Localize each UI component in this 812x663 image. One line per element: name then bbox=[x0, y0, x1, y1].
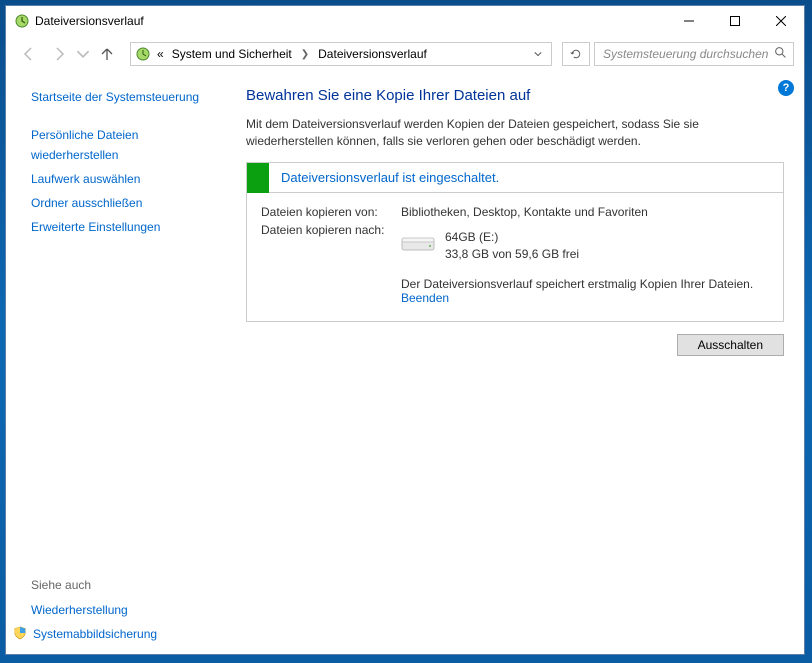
back-button[interactable] bbox=[16, 41, 42, 67]
stop-link[interactable]: Beenden bbox=[401, 291, 449, 305]
titlebar: Dateiversionsverlauf bbox=[6, 6, 804, 36]
copy-from-label: Dateien kopieren von: bbox=[261, 205, 401, 219]
status-indicator-icon bbox=[247, 163, 269, 193]
breadcrumb-parent[interactable]: System und Sicherheit bbox=[170, 47, 294, 61]
drive-row: 64GB (E:) 33,8 GB von 59,6 GB frei bbox=[401, 229, 769, 263]
sidebar-home[interactable]: Startseite der Systemsteuerung bbox=[31, 87, 226, 107]
sidebar-system-image[interactable]: Systemabbildsicherung bbox=[33, 624, 157, 644]
status-box: Dateiversionsverlauf ist eingeschaltet. … bbox=[246, 162, 784, 322]
drive-icon bbox=[401, 231, 435, 256]
page-description: Mit dem Dateiversionsverlauf werden Kopi… bbox=[246, 116, 784, 150]
progress-note: Der Dateiversionsverlauf speichert erstm… bbox=[401, 277, 769, 305]
copy-from-value: Bibliotheken, Desktop, Kontakte und Favo… bbox=[401, 205, 769, 219]
sidebar: Startseite der Systemsteuerung Persönlic… bbox=[6, 72, 226, 654]
status-header: Dateiversionsverlauf ist eingeschaltet. bbox=[247, 163, 783, 193]
help-icon[interactable]: ? bbox=[778, 80, 794, 96]
body: Startseite der Systemsteuerung Persönlic… bbox=[6, 72, 804, 654]
breadcrumb-current[interactable]: Dateiversionsverlauf bbox=[316, 47, 429, 61]
recent-dropdown[interactable] bbox=[76, 41, 90, 67]
navbar: « System und Sicherheit ❯ Dateiversionsv… bbox=[6, 36, 804, 72]
breadcrumb-prefix[interactable]: « bbox=[155, 47, 166, 61]
forward-button[interactable] bbox=[46, 41, 72, 67]
turn-off-button[interactable]: Ausschalten bbox=[677, 334, 784, 356]
chevron-right-icon[interactable]: ❯ bbox=[298, 49, 312, 60]
window-title: Dateiversionsverlauf bbox=[35, 14, 666, 28]
minimize-button[interactable] bbox=[666, 6, 712, 36]
progress-text: Der Dateiversionsverlauf speichert erstm… bbox=[401, 277, 753, 291]
sidebar-restore-personal[interactable]: Persönliche Dateien wiederherstellen bbox=[31, 125, 171, 165]
search-box[interactable] bbox=[594, 42, 794, 66]
sidebar-recovery[interactable]: Wiederherstellung bbox=[31, 600, 226, 620]
address-bar[interactable]: « System und Sicherheit ❯ Dateiversionsv… bbox=[130, 42, 552, 66]
control-panel-icon bbox=[135, 46, 151, 62]
maximize-button[interactable] bbox=[712, 6, 758, 36]
status-title: Dateiversionsverlauf ist eingeschaltet. bbox=[269, 170, 499, 185]
address-dropdown[interactable] bbox=[529, 45, 547, 63]
search-input[interactable] bbox=[601, 46, 774, 62]
sidebar-advanced-settings[interactable]: Erweiterte Einstellungen bbox=[31, 217, 226, 237]
up-button[interactable] bbox=[94, 41, 120, 67]
see-also-label: Siehe auch bbox=[31, 578, 226, 592]
copy-to-label: Dateien kopieren nach: bbox=[261, 223, 401, 263]
drive-free: 33,8 GB von 59,6 GB frei bbox=[445, 246, 579, 263]
window: Dateiversionsverlauf bbox=[5, 5, 805, 655]
sidebar-exclude-folders[interactable]: Ordner ausschließen bbox=[31, 193, 226, 213]
drive-name: 64GB (E:) bbox=[445, 229, 579, 246]
refresh-button[interactable] bbox=[562, 42, 590, 66]
close-button[interactable] bbox=[758, 6, 804, 36]
page-title: Bewahren Sie eine Kopie Ihrer Dateien au… bbox=[246, 87, 784, 104]
status-body: Dateien kopieren von: Bibliotheken, Desk… bbox=[247, 193, 783, 321]
window-controls bbox=[666, 6, 804, 36]
sidebar-select-drive[interactable]: Laufwerk auswählen bbox=[31, 169, 226, 189]
file-history-icon bbox=[14, 13, 30, 29]
search-icon bbox=[774, 46, 787, 62]
main-panel: ? Bewahren Sie eine Kopie Ihrer Dateien … bbox=[226, 72, 804, 654]
shield-icon bbox=[13, 626, 27, 643]
